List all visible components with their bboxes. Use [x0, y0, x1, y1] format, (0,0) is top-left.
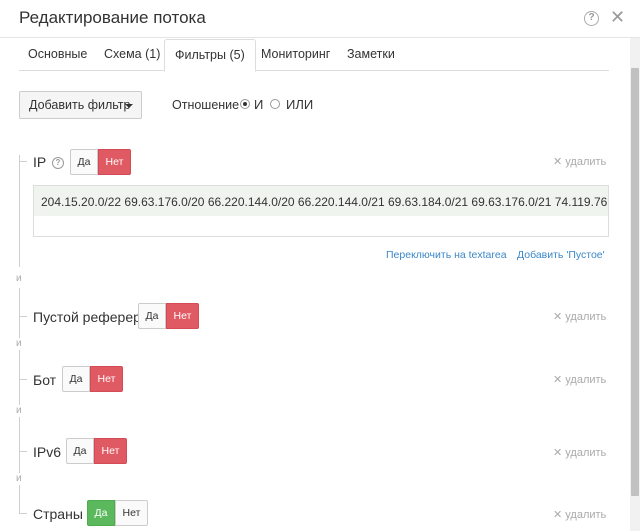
filter-bot-remove-button[interactable]: ✕ удалить — [553, 373, 606, 386]
filter-empty-referer-remove-button[interactable]: ✕ удалить — [553, 310, 606, 323]
tab-bar: Основные Схема (1) Фильтры (5) Мониторин… — [19, 39, 609, 72]
filter-empty-referer-no-button[interactable]: Нет — [166, 303, 199, 329]
tab-filters[interactable]: Фильтры (5) — [164, 39, 256, 72]
connector-tick — [19, 316, 27, 317]
dialog-title: Редактирование потока — [19, 8, 206, 27]
ip-list-value: 204.15.20.0/22 69.63.176.0/20 66.220.144… — [34, 186, 608, 216]
ip-list-input[interactable]: 204.15.20.0/22 69.63.176.0/20 66.220.144… — [33, 185, 609, 237]
filter-ipv6-no-button[interactable]: Нет — [94, 438, 127, 464]
question-icon[interactable]: ? — [52, 157, 64, 169]
add-empty-link[interactable]: Добавить 'Пустое' — [517, 249, 605, 261]
filter-countries-name: Страны — [33, 506, 83, 522]
tab-main[interactable]: Основные — [28, 47, 87, 61]
and-connector-label: и — [16, 473, 22, 484]
filter-ipv6-toggle: Да Нет — [66, 438, 127, 464]
connector-line — [19, 288, 20, 338]
filter-empty-referer-toggle: Да Нет — [138, 303, 199, 329]
relation-or-label: ИЛИ — [286, 97, 314, 112]
filter-countries-yes-button[interactable]: Да — [87, 500, 115, 526]
close-icon[interactable]: ✕ — [610, 7, 625, 28]
relation-and-radio[interactable] — [240, 99, 250, 109]
filter-ip-no-button[interactable]: Нет — [98, 149, 131, 175]
scrollbar-thumb[interactable] — [631, 68, 639, 496]
connector-tick — [19, 161, 27, 162]
connector-line — [19, 417, 20, 473]
relation-label: Отношение — [172, 98, 240, 112]
add-filter-label: Добавить фильтр — [29, 98, 131, 112]
relation-or-radio[interactable] — [270, 99, 280, 109]
tab-scheme[interactable]: Схема (1) — [104, 47, 160, 61]
tab-notes[interactable]: Заметки — [347, 47, 395, 61]
help-icon[interactable]: ? — [584, 11, 599, 26]
filter-bot-toggle: Да Нет — [62, 366, 123, 392]
and-connector-label: и — [16, 405, 22, 416]
filter-ipv6-yes-button[interactable]: Да — [66, 438, 94, 464]
filter-ip-remove-button[interactable]: ✕ удалить — [553, 155, 606, 168]
connector-tick — [19, 513, 27, 514]
add-filter-button[interactable]: Добавить фильтр — [19, 91, 142, 119]
tab-monitoring[interactable]: Мониторинг — [261, 47, 330, 61]
filter-empty-referer-yes-button[interactable]: Да — [138, 303, 166, 329]
connector-line — [19, 155, 20, 267]
and-connector-label: и — [16, 273, 22, 284]
connector-tick — [19, 379, 27, 380]
filter-ip-name: IP — [33, 154, 47, 170]
relation-and-label: И — [254, 97, 264, 112]
caret-down-icon — [125, 104, 133, 108]
filter-empty-referer-name: Пустой реферер — [33, 309, 141, 325]
switch-textarea-link[interactable]: Переключить на textarea — [386, 249, 507, 261]
filter-bot-no-button[interactable]: Нет — [90, 366, 123, 392]
connector-tick — [19, 451, 27, 452]
filter-ip-yes-button[interactable]: Да — [70, 149, 98, 175]
and-connector-label: и — [16, 338, 22, 349]
filter-ipv6-remove-button[interactable]: ✕ удалить — [553, 446, 606, 459]
filter-bot-yes-button[interactable]: Да — [62, 366, 90, 392]
filter-ipv6-name: IPv6 — [33, 444, 62, 460]
filter-ip-toggle: Да Нет — [70, 149, 131, 175]
filter-countries-no-button[interactable]: Нет — [115, 500, 148, 526]
connector-line — [19, 350, 20, 405]
filter-bot-name: Бот — [33, 372, 57, 388]
connector-line — [19, 485, 20, 513]
filter-countries-remove-button[interactable]: ✕ удалить — [553, 508, 606, 521]
dialog-header: Редактирование потока ? ✕ — [0, 0, 640, 38]
filter-countries-toggle: Да Нет — [87, 500, 148, 526]
